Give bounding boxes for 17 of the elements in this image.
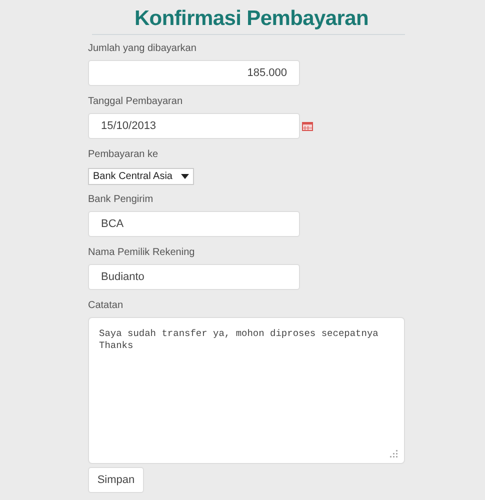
field-label: Catatan	[88, 300, 124, 311]
field-label: Bank Pengirim	[88, 194, 154, 205]
field-label: Tanggal Pembayaran	[88, 96, 183, 107]
notes-field[interactable]: Saya sudah transfer ya, mohon diproses secepatnya Thanks	[88, 317, 405, 464]
bank-dropdown[interactable]: Bank Central Asia	[88, 168, 194, 185]
resize-grip-icon[interactable]	[390, 450, 398, 458]
date-field[interactable]: 15/10/2013	[88, 113, 300, 139]
input-field[interactable]: Budianto	[88, 264, 300, 290]
field-label: Jumlah yang dibayarkan	[88, 43, 196, 54]
field-label: Nama Pemilik Rekening	[88, 247, 195, 258]
page-title: Konfirmasi Pembayaran	[133, 6, 370, 32]
caret-icon[interactable]	[180, 174, 188, 179]
field-label: Pembayaran ke	[88, 149, 158, 160]
input-field[interactable]: 185.000	[88, 60, 300, 86]
input-field[interactable]: BCA	[88, 211, 300, 237]
save-button[interactable]: Simpan	[88, 467, 144, 493]
calendar-icon[interactable]	[302, 122, 313, 130]
